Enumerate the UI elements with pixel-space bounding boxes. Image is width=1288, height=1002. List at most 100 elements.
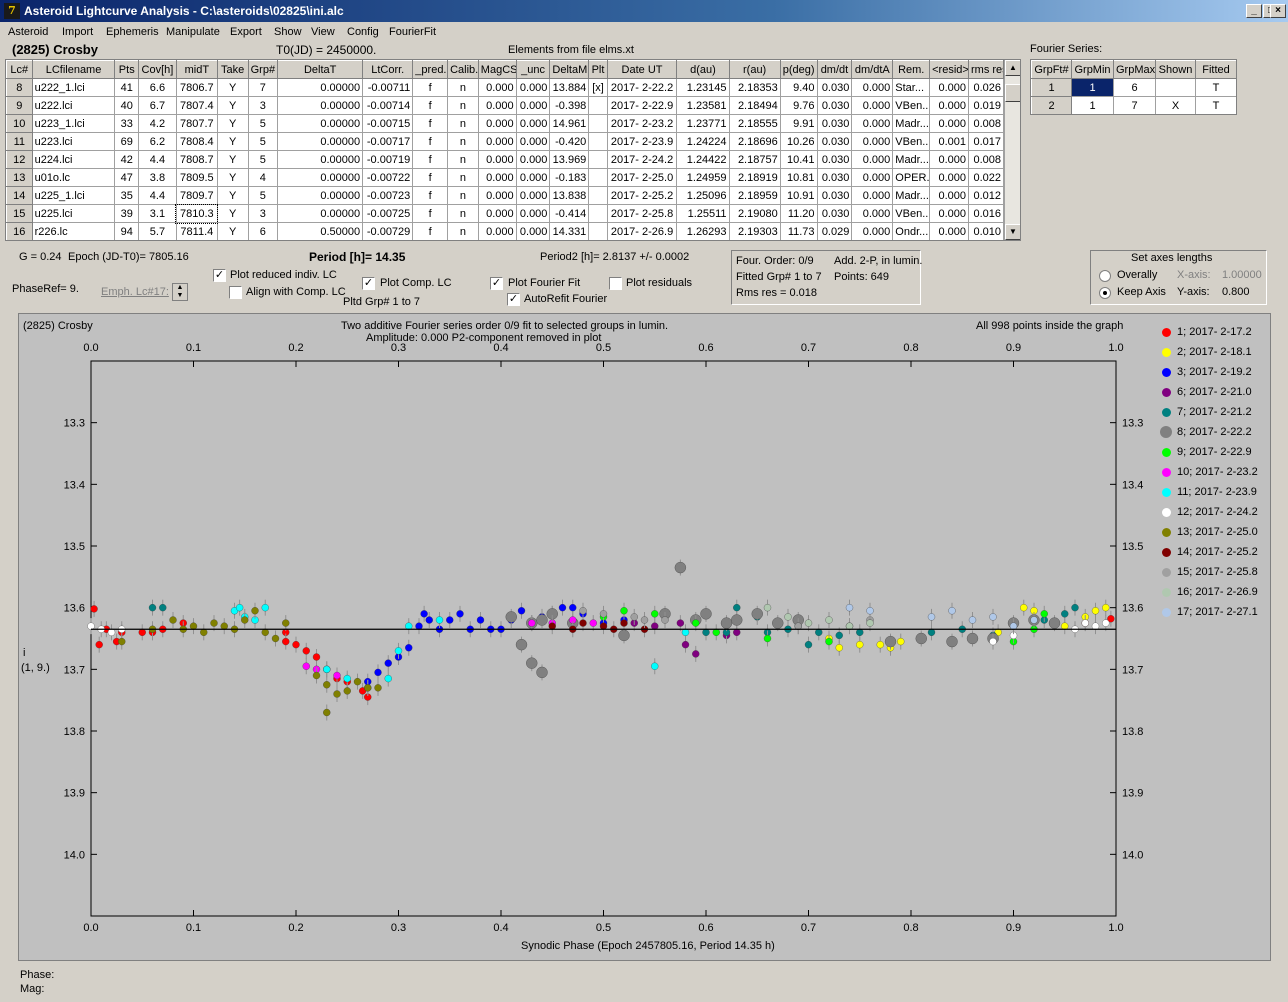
fourier-cell[interactable]: T <box>1195 96 1236 114</box>
table-cell[interactable]: 0.030 <box>816 204 853 223</box>
table-cell[interactable]: -0.00715 <box>362 114 414 133</box>
table-row[interactable]: 13 u01o.lc 47 3.8 7809.5 Y 4 0.00000 -0.00722 f n 0… <box>6 168 1004 187</box>
menu-manipulate[interactable]: Manipulate <box>166 26 220 38</box>
table-cell[interactable]: 11 <box>6 132 33 151</box>
table-cell[interactable]: n <box>447 168 479 187</box>
table-cell[interactable]: 0.001 <box>929 132 970 151</box>
table-cell[interactable] <box>588 186 608 205</box>
plot-comp-checkbox[interactable]: ✓ <box>362 277 375 290</box>
menu-import[interactable]: Import <box>62 26 93 38</box>
table-cell[interactable]: 0.00000 <box>277 186 364 205</box>
table-cell[interactable]: 2017- 2-23.9 <box>606 132 678 151</box>
column-header[interactable]: _pred. <box>412 60 449 79</box>
table-cell[interactable]: 1.25096 <box>676 186 730 205</box>
table-cell[interactable]: n <box>447 78 479 97</box>
table-cell[interactable]: n <box>447 222 479 240</box>
table-cell[interactable]: -0.00723 <box>362 186 414 205</box>
table-cell[interactable]: 7808.4 <box>175 132 218 151</box>
table-cell[interactable]: f <box>412 222 449 240</box>
menu-asteroid[interactable]: Asteroid <box>8 26 48 38</box>
lightcurve-table[interactable]: Lc# LCfilename Pts Cov[h] midT Take Grp# DeltaT… <box>5 59 1021 241</box>
table-cell[interactable]: 47 <box>114 168 140 187</box>
table-cell[interactable]: 10 <box>6 114 33 133</box>
table-cell[interactable]: 6 <box>247 222 279 240</box>
table-cell[interactable]: 0.019 <box>968 96 1004 115</box>
table-cell[interactable] <box>588 150 608 169</box>
table-cell[interactable]: 0.030 <box>816 114 853 133</box>
table-cell[interactable]: VBen... <box>892 132 931 151</box>
fourier-cell[interactable]: 2 <box>1031 96 1072 114</box>
table-row[interactable]: 11 u223.lci 69 6.2 7808.4 Y 5 0.00000 -0.00717 f n… <box>6 132 1004 151</box>
fourier-series-table[interactable]: GrpFt# GrpMin GrpMax Shown Fitted 116T217XT <box>1030 59 1237 115</box>
table-cell[interactable]: 0.030 <box>816 186 853 205</box>
table-cell[interactable]: -0.00722 <box>362 168 414 187</box>
table-cell[interactable]: u225_1.lci <box>31 186 116 205</box>
table-cell[interactable]: Y <box>216 132 249 151</box>
fourier-column-header[interactable]: GrpMax <box>1113 60 1156 79</box>
table-cell[interactable]: 0.000 <box>929 114 970 133</box>
overally-radio[interactable] <box>1099 270 1111 282</box>
table-cell[interactable]: 1.24959 <box>676 168 730 187</box>
table-cell[interactable] <box>588 168 608 187</box>
fourier-cell[interactable]: 1 <box>1031 78 1072 97</box>
table-cell[interactable]: 0.000 <box>515 78 551 97</box>
table-cell[interactable]: u01o.lc <box>31 168 116 187</box>
table-cell[interactable]: 7810.3 <box>175 203 219 224</box>
table-cell[interactable]: Y <box>216 114 249 133</box>
table-cell[interactable]: 13.969 <box>549 150 590 169</box>
table-cell[interactable]: 0.000 <box>477 114 517 133</box>
table-cell[interactable]: 2.18919 <box>728 168 781 187</box>
table-cell[interactable]: Y <box>216 168 249 187</box>
fourier-cell[interactable]: 6 <box>1113 78 1156 97</box>
fourier-cell[interactable]: 1 <box>1071 78 1114 97</box>
keep-axis-radio[interactable] <box>1099 287 1111 299</box>
table-cell[interactable]: 0.000 <box>515 168 551 187</box>
table-cell[interactable]: 0.000 <box>515 114 551 133</box>
table-cell[interactable]: 10.91 <box>779 186 818 205</box>
column-header[interactable]: Grp# <box>247 60 279 79</box>
column-header[interactable]: _unc <box>515 60 551 79</box>
table-cell[interactable]: 0.000 <box>851 168 894 187</box>
table-cell[interactable]: 0.000 <box>477 186 517 205</box>
table-cell[interactable]: 9.91 <box>779 114 818 133</box>
table-cell[interactable]: 0.000 <box>851 114 894 133</box>
column-header[interactable]: rms res <box>968 60 1004 79</box>
table-cell[interactable]: 2.18494 <box>728 96 781 115</box>
table-row[interactable]: 15 u225.lci 39 3.1 7810.3 Y 3 0.00000 -0.00725 f n… <box>6 203 1004 224</box>
table-cell[interactable]: -0.00714 <box>362 96 414 115</box>
scroll-thumb[interactable] <box>1005 84 1020 102</box>
scroll-down-button[interactable]: ▼ <box>1005 224 1020 240</box>
table-cell[interactable]: 7809.7 <box>175 186 218 205</box>
table-cell[interactable]: Y <box>216 150 249 169</box>
table-cell[interactable]: u222.lci <box>31 96 116 115</box>
table-cell[interactable]: VBen... <box>892 96 931 115</box>
table-cell[interactable]: 7 <box>247 78 279 97</box>
table-cell[interactable]: -0.398 <box>549 96 590 115</box>
table-cell[interactable]: 0.000 <box>515 132 551 151</box>
table-cell[interactable]: 9.40 <box>779 78 818 97</box>
table-cell[interactable]: 0.000 <box>477 204 517 223</box>
table-cell[interactable]: 2.18353 <box>728 78 781 97</box>
scroll-up-button[interactable]: ▲ <box>1005 60 1020 76</box>
column-header[interactable]: Date UT <box>606 60 678 79</box>
column-header[interactable]: Take <box>216 60 249 79</box>
table-cell[interactable]: 0.030 <box>816 150 853 169</box>
table-cell[interactable]: 6.7 <box>138 96 177 115</box>
table-cell[interactable]: f <box>412 150 449 169</box>
table-cell[interactable]: n <box>447 186 479 205</box>
table-cell[interactable]: 94 <box>114 222 140 240</box>
table-cell[interactable]: 0.00000 <box>277 168 364 187</box>
column-header[interactable]: DeltaT <box>277 60 364 79</box>
table-cell[interactable]: -0.00711 <box>362 78 414 97</box>
table-cell[interactable]: Y <box>216 204 249 223</box>
emph-lc-spinner[interactable]: ▲ ▼ <box>172 283 188 301</box>
table-row[interactable]: 10 u223_1.lci 33 4.2 7807.7 Y 5 0.00000 -0.00715… <box>6 114 1004 133</box>
table-cell[interactable]: 1.24224 <box>676 132 730 151</box>
fourier-column-header[interactable]: GrpMin <box>1071 60 1114 79</box>
fourier-column-header[interactable]: GrpFt# <box>1031 60 1072 79</box>
table-cell[interactable]: 7808.7 <box>175 150 218 169</box>
table-cell[interactable]: Madr... <box>892 186 931 205</box>
table-cell[interactable]: 0.000 <box>929 204 970 223</box>
table-cell[interactable]: n <box>447 132 479 151</box>
menu-config[interactable]: Config <box>347 26 379 38</box>
